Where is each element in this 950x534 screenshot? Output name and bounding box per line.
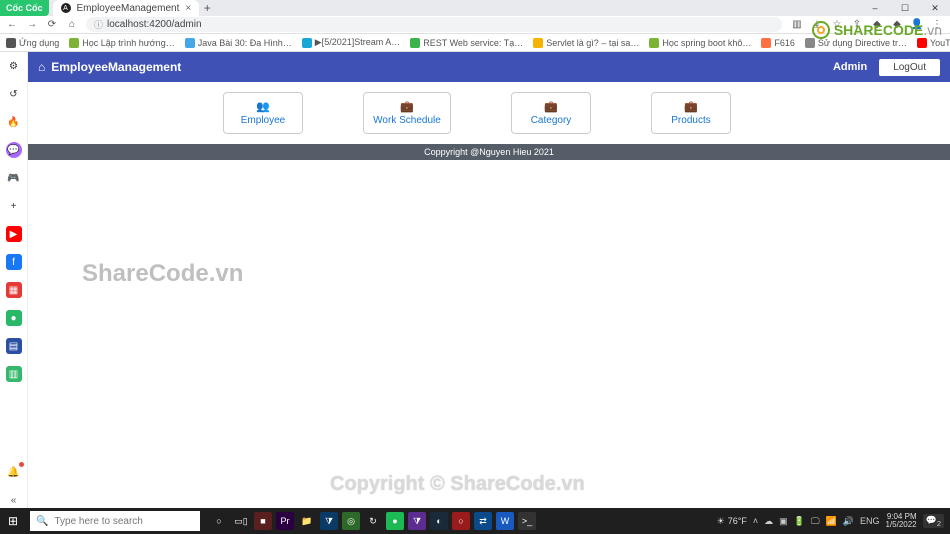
address-bar: ← → ⟳ ⌂ ⓘ localhost:4200/admin ▥ ⤓ ☆ ⇪ ◆… [0, 16, 950, 34]
nav-forward-button[interactable]: → [26, 19, 38, 30]
new-tab-button[interactable]: + [199, 0, 215, 16]
collapse-rail-icon[interactable]: « [6, 492, 22, 508]
notifications-bell-icon[interactable]: 🔔 [6, 464, 22, 480]
teamviewer-icon[interactable]: ⇄ [474, 512, 492, 530]
app1-icon[interactable]: ▦ [6, 282, 22, 298]
start-button[interactable]: ⊞ [0, 514, 26, 528]
window-close-button[interactable]: ✕ [920, 0, 950, 16]
vs-icon[interactable]: ⧩ [408, 512, 426, 530]
plus-icon[interactable]: + [6, 198, 22, 214]
angular-favicon: A [61, 3, 71, 13]
nav-reload-button[interactable]: ⟳ [46, 19, 58, 30]
tray-chevron-icon[interactable]: ˄ [753, 516, 758, 526]
youtube-icon[interactable]: ▶ [6, 226, 22, 242]
app-footer: Coppyright @Nguyen Hieu 2021 [28, 144, 950, 160]
category-card[interactable]: 💼 Category [511, 92, 591, 134]
explorer-icon[interactable]: 📁 [298, 512, 316, 530]
taskbar-clock[interactable]: 9:04 PM 1/5/2022 [885, 513, 916, 529]
tray-battery-icon[interactable]: 🔋 [794, 516, 805, 527]
terminal-icon[interactable]: >_ [518, 512, 536, 530]
tray-volume-icon[interactable]: 🔊 [843, 516, 854, 527]
app-title: EmployeeManagement [51, 60, 181, 74]
tray-screen-icon[interactable]: 🖵 [811, 516, 820, 527]
loop-icon[interactable]: ↻ [364, 512, 382, 530]
window-minimize-button[interactable]: – [860, 0, 890, 16]
coccoc-brand-badge: Cốc Cốc [0, 0, 49, 16]
nav-back-button[interactable]: ← [6, 19, 18, 30]
tray-app-icon[interactable]: ▣ [779, 516, 788, 527]
url-field[interactable]: ⓘ localhost:4200/admin [86, 17, 782, 32]
history-icon[interactable]: ↺ [6, 86, 22, 102]
nav-cards-row: 👥 Employee 💼 Work Schedule 💼 Category 💼 … [28, 82, 950, 144]
bookmarks-bar: Ứng dụng Học Lập trình hướng… Java Bài 3… [0, 34, 950, 52]
briefcase-icon: 💼 [400, 100, 414, 113]
close-tab-icon[interactable]: × [185, 3, 191, 14]
taskview-icon[interactable]: ▭▯ [232, 512, 250, 530]
products-card[interactable]: 💼 Products [651, 92, 731, 134]
bookmark-item[interactable]: REST Web service: Tạ… [410, 38, 523, 48]
app3-icon[interactable]: ▤ [6, 338, 22, 354]
watermark-copyright: Copyright © ShareCode.vn [330, 473, 585, 496]
vscode-icon[interactable]: ⧩ [320, 512, 338, 530]
taskbar-icons: ○ ▭▯ ■ Pr 📁 ⧩ ◎ ↻ ● ⧩ ◐ ○ ⇄ W >_ [210, 512, 536, 530]
opera-icon[interactable]: ○ [452, 512, 470, 530]
tray-wifi-icon[interactable]: 📶 [826, 516, 837, 527]
card-label: Work Schedule [373, 115, 441, 126]
game-icon[interactable]: 🎮 [6, 170, 22, 186]
logout-button[interactable]: LogOut [879, 59, 940, 76]
coccoc-task-icon[interactable]: ◎ [342, 512, 360, 530]
system-tray: ☀76°F ˄ ☁ ▣ 🔋 🖵 📶 🔊 ENG 9:04 PM 1/5/2022… [717, 513, 950, 529]
card-label: Employee [241, 115, 285, 126]
translate-icon[interactable]: ▥ [790, 19, 804, 30]
employee-card[interactable]: 👥 Employee [223, 92, 303, 134]
briefcase-icon: 💼 [544, 100, 558, 113]
cortana-icon[interactable]: ○ [210, 512, 228, 530]
url-text: localhost:4200/admin [107, 19, 202, 30]
action-center-icon[interactable]: 💬2 [923, 514, 944, 529]
app-header: ⌂ EmployeeManagement Admin LogOut [28, 52, 950, 82]
app-red-icon[interactable]: ■ [254, 512, 272, 530]
tray-cloud-icon[interactable]: ☁ [764, 516, 773, 527]
bookmark-item[interactable]: Học spring boot khô… [649, 38, 751, 48]
briefcase-icon: 💼 [684, 100, 698, 113]
steam-icon[interactable]: ◐ [430, 512, 448, 530]
window-maximize-button[interactable]: ☐ [890, 0, 920, 16]
messenger-icon[interactable]: 💬 [6, 142, 22, 158]
card-label: Products [671, 115, 710, 126]
sharecode-watermark-logo: SHARECODE.vn [812, 20, 942, 40]
search-icon: 🔍 [36, 516, 48, 527]
tray-lang-label[interactable]: ENG [860, 516, 880, 526]
premiere-icon[interactable]: Pr [276, 512, 294, 530]
apps-button[interactable]: Ứng dụng [6, 38, 59, 48]
sharecode-mark-icon [812, 21, 830, 39]
fire-icon[interactable]: 🔥 [6, 114, 22, 130]
employee-icon: 👥 [256, 100, 270, 113]
site-info-icon[interactable]: ⓘ [94, 18, 103, 31]
nav-home-button[interactable]: ⌂ [66, 19, 78, 30]
work-schedule-card[interactable]: 💼 Work Schedule [363, 92, 451, 134]
taskbar-search[interactable]: 🔍 Type here to search [30, 511, 200, 531]
settings-icon[interactable]: ⚙ [6, 58, 22, 74]
facebook-icon[interactable]: f [6, 254, 22, 270]
tab-title: EmployeeManagement [77, 3, 180, 14]
browser-tab[interactable]: A EmployeeManagement × [53, 0, 200, 16]
windows-taskbar: ⊞ 🔍 Type here to search ○ ▭▯ ■ Pr 📁 ⧩ ◎ … [0, 508, 950, 534]
spotify-icon[interactable]: ● [386, 512, 404, 530]
weather-widget[interactable]: ☀76°F [717, 516, 747, 527]
search-placeholder: Type here to search [54, 516, 142, 527]
word-icon[interactable]: W [496, 512, 514, 530]
bookmark-item[interactable]: Servlet là gì? – tại sa… [533, 38, 639, 48]
bookmark-item[interactable]: F616 [761, 38, 795, 48]
card-label: Category [531, 115, 572, 126]
bookmark-item[interactable]: ▶[5/2021]Stream A… [302, 37, 400, 48]
browser-side-rail: ⚙ ↺ 🔥 💬 🎮 + ▶ f ▦ ● ▤ ▥ 🔔 « [0, 52, 28, 508]
watermark-text: ShareCode.vn [82, 260, 243, 288]
home-icon[interactable]: ⌂ [38, 60, 45, 74]
bookmark-item[interactable]: Học Lập trình hướng… [69, 38, 174, 48]
browser-titlebar: Cốc Cốc A EmployeeManagement × + – ☐ ✕ [0, 0, 950, 16]
app4-icon[interactable]: ▥ [6, 366, 22, 382]
app2-icon[interactable]: ● [6, 310, 22, 326]
admin-label[interactable]: Admin [833, 61, 867, 73]
bookmark-item[interactable]: Java Bài 30: Đa Hình… [185, 38, 292, 48]
